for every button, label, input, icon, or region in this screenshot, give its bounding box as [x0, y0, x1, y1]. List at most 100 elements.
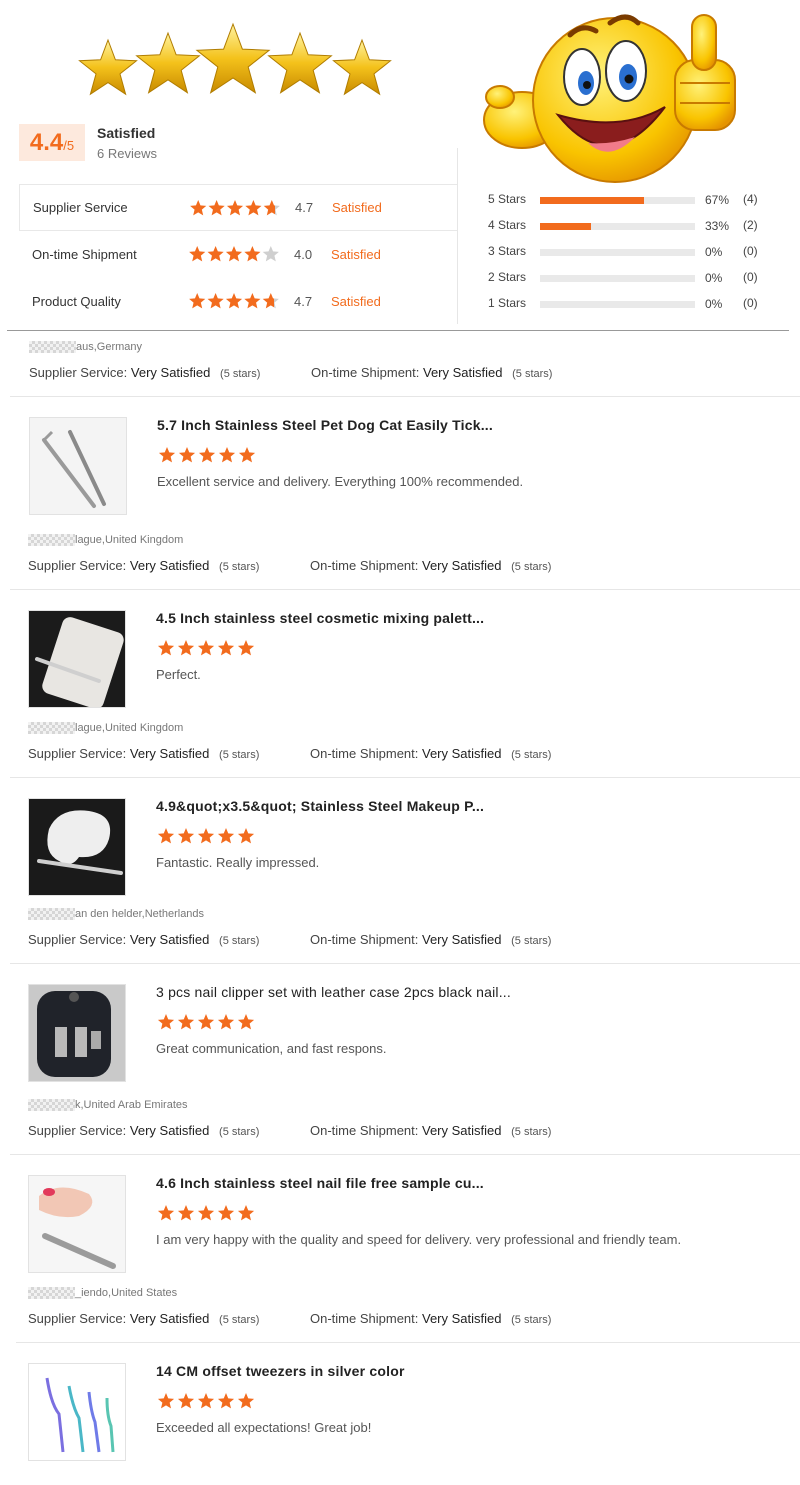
rating-breakdown-table: Supplier Service 4.7 Satisfied On-time S… [19, 184, 458, 324]
product-title-link[interactable]: 3 pcs nail clipper set with leather case… [156, 984, 511, 1000]
rating-row-ontime-shipment: On-time Shipment 4.0 Satisfied [19, 231, 458, 278]
supplier-service-label: Supplier Service: [28, 746, 127, 761]
dist-percent: 0% [705, 271, 723, 285]
rating-stars [190, 200, 280, 216]
supplier-service-stars: (5 stars) [219, 749, 260, 761]
review-text: Great communication, and fast respons. [156, 1041, 387, 1056]
rating-value: 4.0 [294, 247, 313, 262]
star-icon [237, 1014, 255, 1030]
ontime-shipment-label: On-time Shipment: [310, 558, 419, 573]
star-icon [177, 640, 195, 656]
gold-star-icon [332, 38, 392, 96]
ontime-shipment-value: Very Satisfied [422, 746, 502, 761]
rating-stars [189, 293, 279, 309]
product-thumbnail[interactable] [28, 798, 126, 896]
star-icon [262, 293, 279, 309]
review-divider [16, 1342, 800, 1343]
star-icon [217, 1205, 235, 1221]
review-shipment-ratings: On-time Shipment: Very Satisfied (5 star… [310, 558, 551, 573]
star-icon [208, 200, 225, 216]
supplier-service-label: Supplier Service: [28, 932, 127, 947]
star-icon [157, 1014, 175, 1030]
star-icon [157, 1393, 175, 1409]
review-service-ratings: Supplier Service: Very Satisfied (5 star… [29, 365, 260, 380]
masked-reviewer-name [28, 534, 75, 547]
star-icon [245, 200, 262, 216]
star-icon [207, 293, 224, 309]
product-title-link[interactable]: 14 CM offset tweezers in silver color [156, 1363, 405, 1379]
star-icon [197, 1205, 215, 1221]
reviewer-location: k,United Arab Emirates [28, 1099, 188, 1112]
gold-star-icon [267, 31, 333, 94]
product-thumbnail[interactable] [29, 417, 127, 515]
dist-percent: 67% [705, 193, 730, 207]
dist-percent: 33% [705, 219, 730, 233]
product-title-link[interactable]: 4.6 Inch stainless steel nail file free … [156, 1175, 484, 1191]
review-divider [10, 963, 800, 964]
review-service-ratings: Supplier Service: Very Satisfied (5 star… [28, 1123, 259, 1138]
star-icon [217, 828, 235, 844]
star-icon [207, 246, 224, 262]
review-rating-stars [157, 828, 255, 844]
dist-label: 5 Stars [488, 192, 527, 206]
gold-star-icon [135, 31, 201, 94]
star-icon [197, 828, 215, 844]
dist-percent: 0% [705, 245, 723, 259]
star-icon [177, 1393, 195, 1409]
dist-label: 2 Stars [488, 270, 527, 284]
masked-reviewer-name [29, 341, 76, 354]
product-thumbnail[interactable] [28, 984, 126, 1082]
supplier-service-stars: (5 stars) [219, 1314, 260, 1326]
ontime-shipment-stars: (5 stars) [512, 368, 553, 380]
star-icon [178, 447, 196, 463]
dist-bar [540, 223, 695, 230]
star-icon [190, 200, 207, 216]
review-divider [10, 396, 800, 397]
star-icon [263, 200, 280, 216]
dist-label: 4 Stars [488, 218, 527, 232]
ontime-shipment-value: Very Satisfied [422, 558, 502, 573]
masked-reviewer-name [28, 908, 75, 921]
star-distribution: 5 Stars 67% (4) 4 Stars 33% (2) 3 Stars … [488, 190, 778, 320]
dist-count: (4) [743, 192, 758, 206]
review-shipment-ratings: On-time Shipment: Very Satisfied (5 star… [310, 1311, 551, 1326]
star-icon [157, 1205, 175, 1221]
dist-row-4-stars: 4 Stars 33% (2) [488, 216, 778, 236]
product-thumbnail[interactable] [28, 1363, 126, 1461]
review-text: I am very happy with the quality and spe… [156, 1232, 682, 1247]
rating-label: Supplier Service [33, 200, 128, 215]
review-shipment-ratings: On-time Shipment: Very Satisfied (5 star… [310, 1123, 551, 1138]
rating-stars [189, 246, 279, 262]
product-thumbnail[interactable] [28, 610, 126, 708]
gold-star-icon [195, 22, 271, 94]
overall-score: 4.4 [29, 129, 64, 156]
star-icon [244, 246, 261, 262]
review-text: Fantastic. Really impressed. [156, 855, 320, 870]
ontime-shipment-label: On-time Shipment: [311, 365, 420, 380]
review-rating-stars [158, 447, 256, 463]
rating-status: Satisfied [331, 247, 381, 262]
review-divider [10, 1154, 800, 1155]
supplier-service-value: Very Satisfied [129, 932, 210, 947]
dist-count: (0) [743, 244, 758, 258]
product-thumbnail[interactable] [28, 1175, 126, 1273]
dist-bar [540, 197, 695, 204]
dist-bar-fill [540, 197, 644, 204]
product-title-link[interactable]: 4.9&quot;x3.5&quot; Stainless Steel Make… [156, 798, 484, 814]
star-icon [198, 447, 216, 463]
star-icon [218, 447, 236, 463]
star-icon [225, 246, 243, 262]
review-text: Exceeded all expectations! Great job! [156, 1420, 372, 1435]
supplier-service-stars: (5 stars) [219, 561, 260, 573]
ontime-shipment-value: Very Satisfied [422, 1311, 502, 1326]
product-title-link[interactable]: 5.7 Inch Stainless Steel Pet Dog Cat Eas… [157, 417, 493, 433]
star-icon [237, 1393, 255, 1409]
supplier-service-value: Very Satisfied [129, 746, 210, 761]
review-rating-stars [157, 640, 255, 656]
rating-label: Product Quality [32, 294, 121, 309]
supplier-service-stars: (5 stars) [220, 368, 261, 380]
ontime-shipment-label: On-time Shipment: [310, 932, 419, 947]
review-count: 6 Reviews [97, 146, 157, 161]
overall-score-denominator: /5 [63, 138, 75, 153]
product-title-link[interactable]: 4.5 Inch stainless steel cosmetic mixing… [156, 610, 484, 626]
